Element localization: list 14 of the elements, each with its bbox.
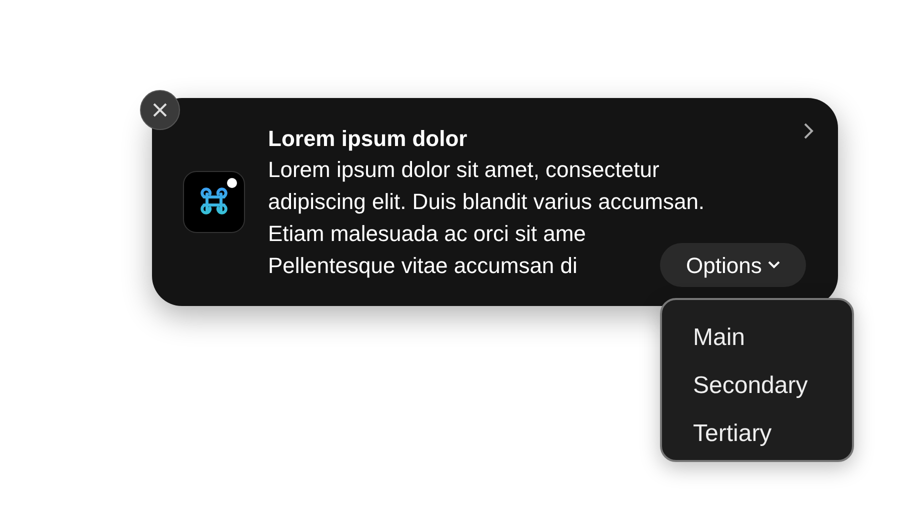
chevron-down-icon <box>768 261 780 269</box>
menu-item[interactable]: Secondary <box>693 362 808 410</box>
options-button[interactable]: Options <box>660 243 806 287</box>
close-button[interactable] <box>140 90 180 130</box>
notification-body-line: adipiscing elit. Duis blandit varius accumsan. <box>268 188 705 216</box>
menu-item[interactable]: Tertiary <box>693 410 772 458</box>
notification-body-line: Lorem ipsum dolor sit amet, consectetur <box>268 156 660 184</box>
notification-body-line: Etiam malesuada ac orci sit ame <box>268 220 586 248</box>
notification-title: Lorem ipsum dolor <box>268 125 468 153</box>
chevron-right-icon[interactable] <box>802 122 816 140</box>
close-icon <box>153 103 167 117</box>
command-key-icon <box>183 171 245 233</box>
menu-item[interactable]: Main <box>693 314 746 362</box>
notification-body-line: Pellentesque vitae accumsan di <box>268 252 578 280</box>
